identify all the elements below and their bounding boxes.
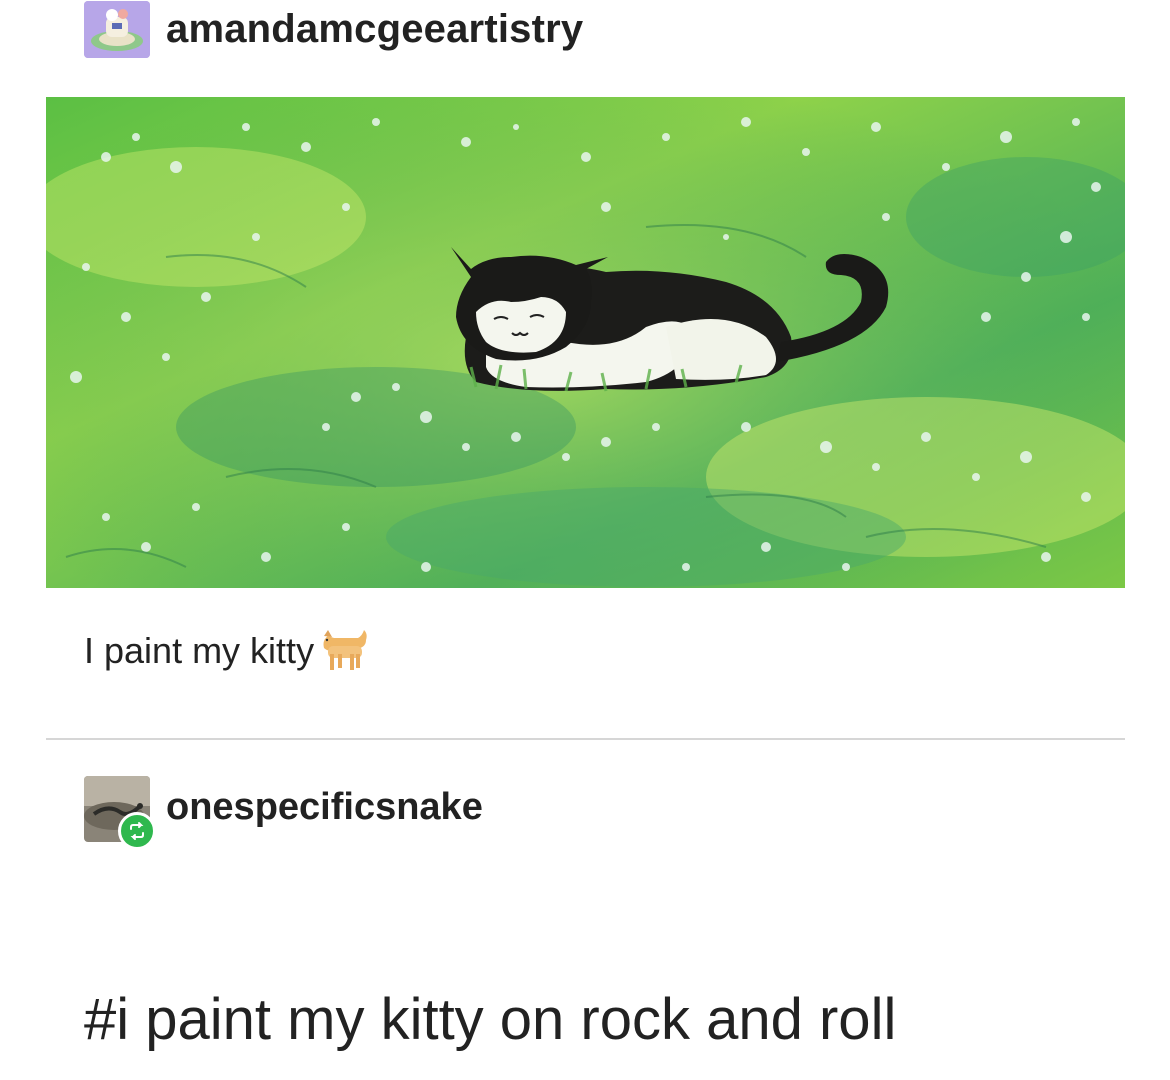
original-post-header: amandamcgeeartistry <box>84 0 583 58</box>
post-image-cat-painting[interactable] <box>46 97 1125 588</box>
post-divider <box>46 738 1125 740</box>
lighthouse-avatar-icon <box>84 0 150 58</box>
painting-image <box>46 97 1125 588</box>
caption-text: I paint my kitty <box>84 630 315 671</box>
post-caption: I paint my kitty <box>84 628 370 674</box>
reblog-header: onespecificsnake <box>84 776 483 850</box>
avatar[interactable] <box>84 0 150 58</box>
cat-emoji-icon <box>318 628 370 674</box>
post-tags[interactable]: #i paint my kitty on rock and roll <box>84 986 896 1053</box>
reblog-icon <box>118 812 156 850</box>
avatar[interactable] <box>84 776 156 850</box>
original-poster-username[interactable]: amandamcgeeartistry <box>166 7 583 52</box>
reblogger-username[interactable]: onespecificsnake <box>166 786 483 829</box>
